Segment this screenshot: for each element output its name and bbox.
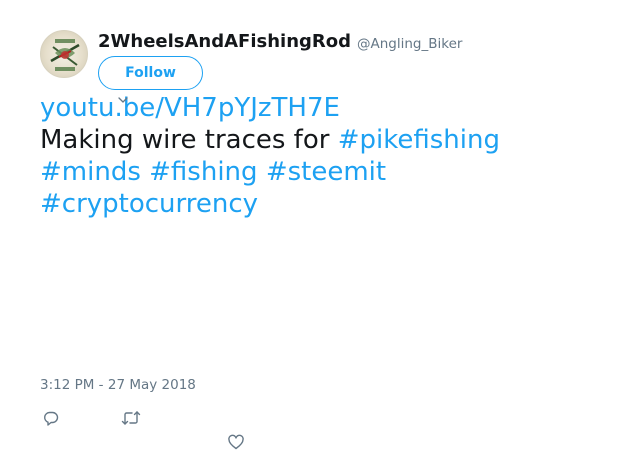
tweet-card: 2WheelsAndAFishingRod @Angling_Biker Fol… (0, 0, 640, 458)
tweet-text-prefix: Making wire traces for (40, 125, 338, 155)
hashtag-minds[interactable]: #minds (40, 157, 141, 187)
chevron-down-icon[interactable] (117, 94, 129, 106)
heart-icon (228, 434, 244, 450)
avatar[interactable] (40, 30, 88, 78)
reply-button[interactable] (41, 408, 61, 428)
hashtag-fishing[interactable]: #fishing (149, 157, 257, 187)
retweet-icon (121, 411, 141, 425)
tweet-text: youtu.be/VH7pYJzTH7E Making wire traces … (40, 92, 620, 220)
timestamp[interactable]: 3:12 PM - 27 May 2018 (40, 376, 196, 394)
display-name[interactable]: 2WheelsAndAFishingRod (98, 31, 351, 53)
hashtag-cryptocurrency[interactable]: #cryptocurrency (40, 189, 258, 219)
user-handle[interactable]: @Angling_Biker (357, 35, 462, 53)
tweet-link[interactable]: youtu.be/VH7pYJzTH7E (40, 93, 340, 123)
reply-icon (44, 411, 59, 426)
retweet-button[interactable] (121, 408, 141, 428)
like-button[interactable] (226, 432, 246, 452)
hashtag-steemit[interactable]: #steemit (266, 157, 386, 187)
avatar-image (50, 39, 80, 71)
hashtag-pikefishing[interactable]: #pikefishing (338, 125, 500, 155)
follow-button[interactable]: Follow (98, 56, 203, 90)
